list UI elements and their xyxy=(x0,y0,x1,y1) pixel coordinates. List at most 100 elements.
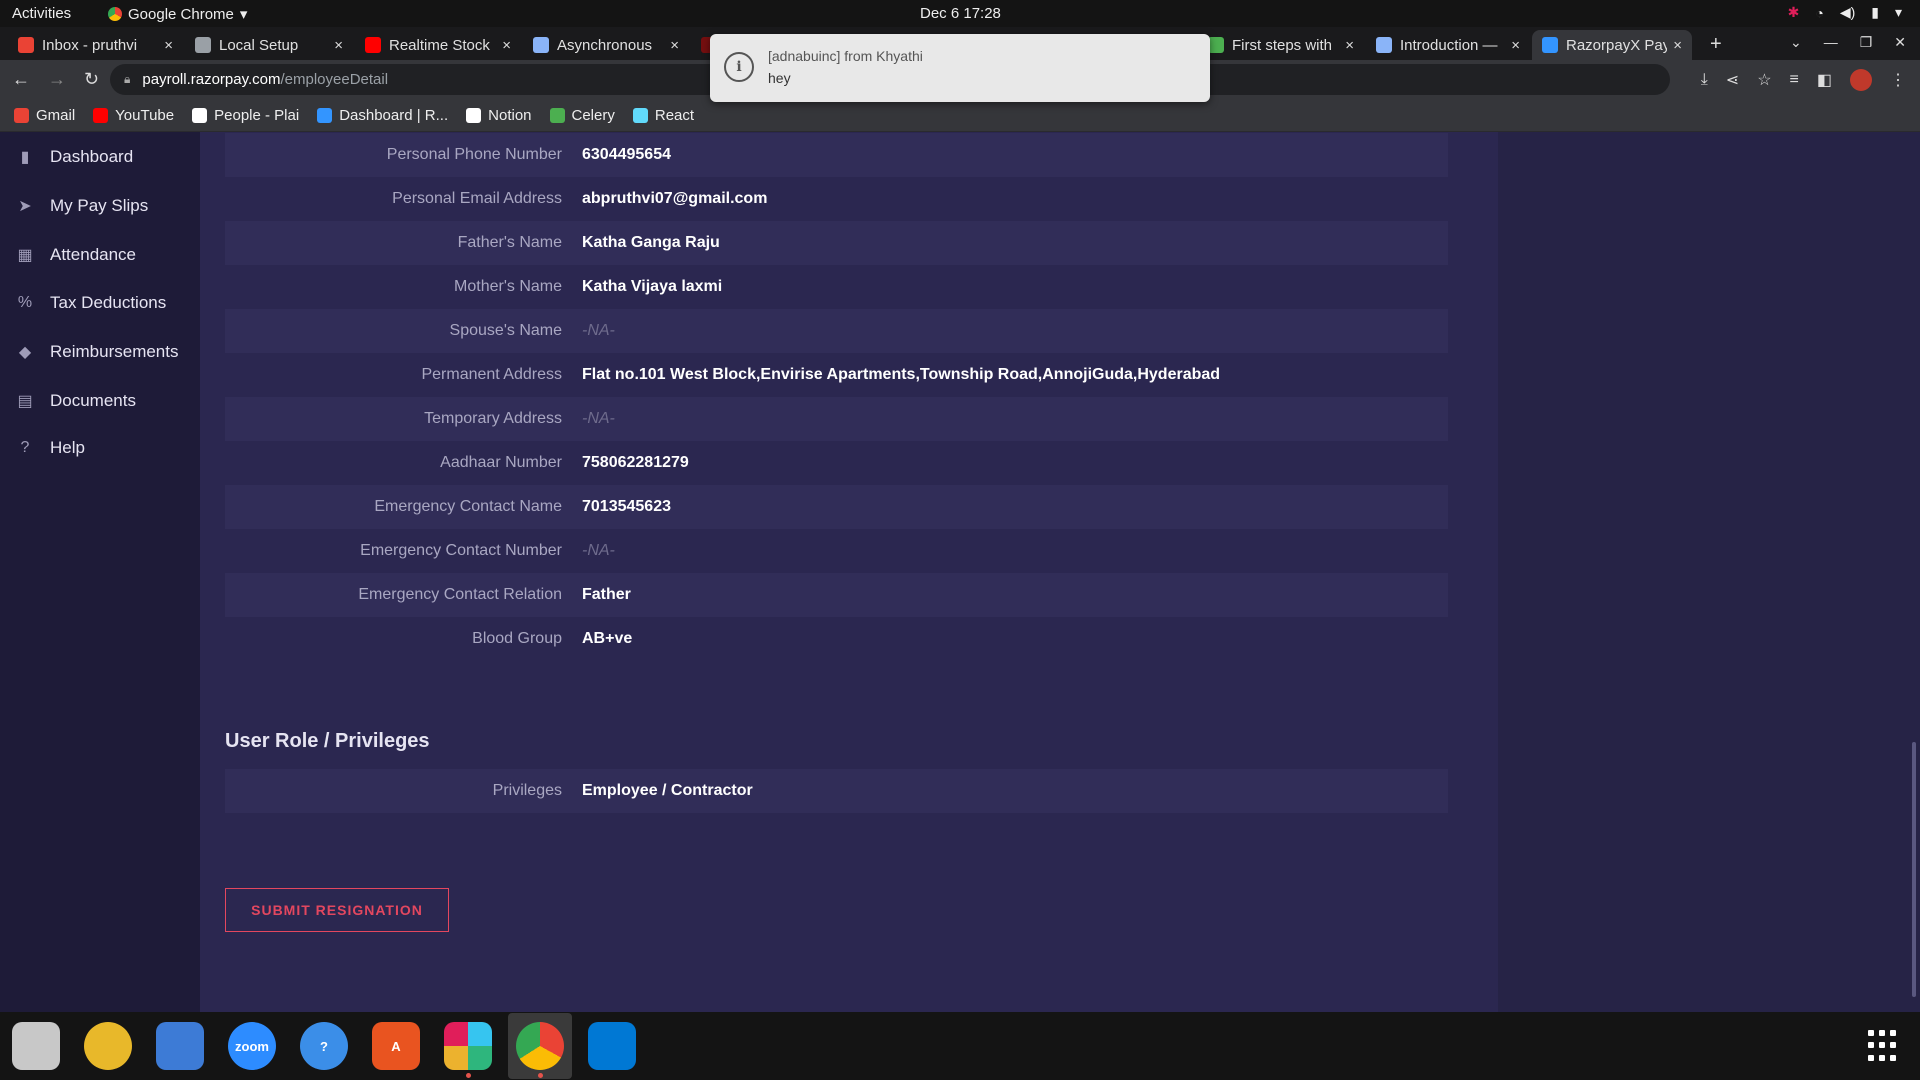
caret-down-icon: ▾ xyxy=(239,6,248,23)
bookmark-item[interactable]: Gmail xyxy=(14,107,75,124)
bookmark-item[interactable]: React xyxy=(632,107,694,124)
tab-title: Asynchronous xyxy=(557,36,653,54)
chrome-icon[interactable] xyxy=(516,1022,564,1070)
sidebar: ▮ Dashboard ➤ My Pay Slips ▦ Attendance % Tax D… xyxy=(0,132,200,1012)
nav-buttons: ← → ↻ xyxy=(12,69,99,90)
side-panel-icon[interactable]: ◧ xyxy=(1817,70,1832,90)
sidebar-item[interactable]: ▮ Dashboard xyxy=(16,143,134,171)
youtube-icon xyxy=(365,37,381,53)
detail-label: Emergency Contact Number xyxy=(360,542,562,559)
files-icon[interactable] xyxy=(12,1022,60,1070)
share-icon[interactable]: ⋖ xyxy=(1726,70,1739,90)
back-arrow-icon[interactable]: ← xyxy=(12,69,30,90)
detail-value: abpruthvi07@gmail.com xyxy=(582,190,768,207)
bookmark-item[interactable]: Notion xyxy=(466,107,532,124)
close-window-icon[interactable]: ✕ xyxy=(1894,34,1906,51)
bookmark-item[interactable]: People - Plai xyxy=(192,107,299,124)
tab-title: Introduction — xyxy=(1400,36,1498,54)
zoom-icon[interactable]: zoom xyxy=(228,1022,276,1070)
privileges-value: Employee / Contractor xyxy=(582,782,753,799)
vscode-icon[interactable] xyxy=(588,1022,636,1070)
notification-toast[interactable]: i [adnabuinc] from Khyathi hey xyxy=(710,34,1210,102)
sidebar-item[interactable]: ◆ Reimbursements xyxy=(16,338,179,366)
software-center-icon[interactable]: A xyxy=(372,1022,420,1070)
detail-value: AB+ve xyxy=(582,630,633,647)
tab-close-icon[interactable]: × xyxy=(670,37,679,54)
rhythmbox-icon[interactable] xyxy=(84,1022,132,1070)
bookmark-item[interactable]: Celery xyxy=(549,107,615,124)
show-apps-grid-icon[interactable] xyxy=(1868,1030,1900,1062)
detail-row: Aadhaar Number 758062281279 xyxy=(225,441,1448,485)
app-menu-label: Google Chrome xyxy=(128,5,234,23)
battery-icon: ▮ xyxy=(1871,4,1879,20)
install-app-icon[interactable]: ⤓ xyxy=(1701,71,1708,89)
tab-close-icon[interactable]: × xyxy=(1345,37,1354,54)
tab-close-icon[interactable]: × xyxy=(164,37,173,54)
tab-search-chevron-icon[interactable]: ⌄ xyxy=(1790,34,1802,51)
chrome-small-icon xyxy=(108,7,122,21)
clipboard-icon: ▮ xyxy=(20,149,30,166)
razorpay-icon xyxy=(1542,37,1558,53)
browser-tab[interactable]: First steps with × xyxy=(1198,30,1364,60)
bookmark-icon xyxy=(317,107,333,123)
window-controls: ⌄ — ❐ ✕ xyxy=(1790,34,1906,51)
slack-icon[interactable] xyxy=(444,1022,492,1070)
documents-icon: ▤ xyxy=(17,393,33,410)
browser-tab[interactable]: Local Setup × xyxy=(185,30,353,60)
bookmark-item[interactable]: YouTube xyxy=(93,107,174,124)
tab-close-icon[interactable]: × xyxy=(334,37,343,54)
detail-value: -NA- xyxy=(582,542,615,559)
system-tray[interactable]: ✱ ◔ ◀) ▮ ▾ xyxy=(1788,4,1902,21)
reload-icon[interactable]: ↻ xyxy=(84,69,99,90)
percent-icon: % xyxy=(17,294,33,311)
browser-tab[interactable]: Introduction — × xyxy=(1366,30,1530,60)
bookmark-label: People - Plai xyxy=(214,106,300,124)
calendar-icon: ▦ xyxy=(17,247,33,264)
submit-resignation-button[interactable]: SUBMIT RESIGNATION xyxy=(225,888,449,932)
detail-label: Spouse's Name xyxy=(449,322,562,339)
profile-avatar[interactable] xyxy=(1850,69,1872,91)
detail-value: -NA- xyxy=(582,322,615,339)
tab-close-icon[interactable]: × xyxy=(1511,37,1520,54)
privileges-label: Privileges xyxy=(492,782,562,799)
tab-close-icon[interactable]: × xyxy=(502,37,511,54)
sidebar-item[interactable]: ▤ Documents xyxy=(16,387,136,415)
detail-value: Katha Vijaya laxmi xyxy=(582,278,723,295)
detail-label: Permanent Address xyxy=(421,366,562,383)
running-indicator xyxy=(538,1073,543,1078)
bookmark-star-icon[interactable]: ☆ xyxy=(1757,70,1771,90)
browser-tab[interactable]: Inbox - pruthvi × xyxy=(8,30,183,60)
help-icon[interactable]: ? xyxy=(300,1022,348,1070)
browser-tab[interactable]: Realtime Stock × xyxy=(355,30,521,60)
tab-close-icon[interactable]: × xyxy=(1673,37,1682,54)
book-icon xyxy=(1376,37,1392,53)
more-menu-icon[interactable]: ⋮ xyxy=(1890,70,1906,90)
detail-label: Aadhaar Number xyxy=(440,454,562,471)
slack-tray-icon[interactable]: ✱ xyxy=(1788,4,1800,21)
dock-app-label: zoom xyxy=(235,1038,269,1054)
sidebar-item[interactable]: % Tax Deductions xyxy=(16,289,166,317)
app-menu[interactable]: Google Chrome ▾ xyxy=(108,5,247,23)
dock-app-label: A xyxy=(391,1038,401,1054)
lock-icon[interactable]: 🔒︎ xyxy=(124,72,130,87)
new-tab-plus-icon[interactable]: + xyxy=(1710,33,1722,56)
clock[interactable]: Dec 6 17:28 xyxy=(920,5,1001,22)
activities-button[interactable]: Activities xyxy=(12,5,71,22)
text-editor-icon[interactable] xyxy=(156,1022,204,1070)
restore-icon[interactable]: ❐ xyxy=(1860,34,1873,51)
minimize-icon[interactable]: — xyxy=(1824,34,1838,51)
bookmarks-bar: Gmail YouTube People - Plai Dashboard | R..… xyxy=(0,99,1920,132)
page-scrollbar[interactable] xyxy=(1912,742,1916,997)
detail-label: Temporary Address xyxy=(424,410,562,427)
system-menu-caret-icon[interactable]: ▾ xyxy=(1895,4,1902,21)
detail-row: Personal Phone Number 6304495654 xyxy=(225,133,1448,177)
forward-arrow-icon[interactable]: → xyxy=(48,69,66,90)
sidebar-item[interactable]: ? Help xyxy=(16,434,85,462)
bookmark-item[interactable]: Dashboard | R... xyxy=(317,107,448,124)
sidebar-item[interactable]: ➤ My Pay Slips xyxy=(16,192,148,220)
reading-list-icon[interactable]: ≡ xyxy=(1790,71,1799,89)
browser-tab[interactable]: Asynchronous × xyxy=(523,30,689,60)
sidebar-item-label: My Pay Slips xyxy=(50,196,149,215)
sidebar-item[interactable]: ▦ Attendance xyxy=(16,241,136,269)
browser-tab[interactable]: RazorpayX Payr × xyxy=(1532,30,1692,60)
